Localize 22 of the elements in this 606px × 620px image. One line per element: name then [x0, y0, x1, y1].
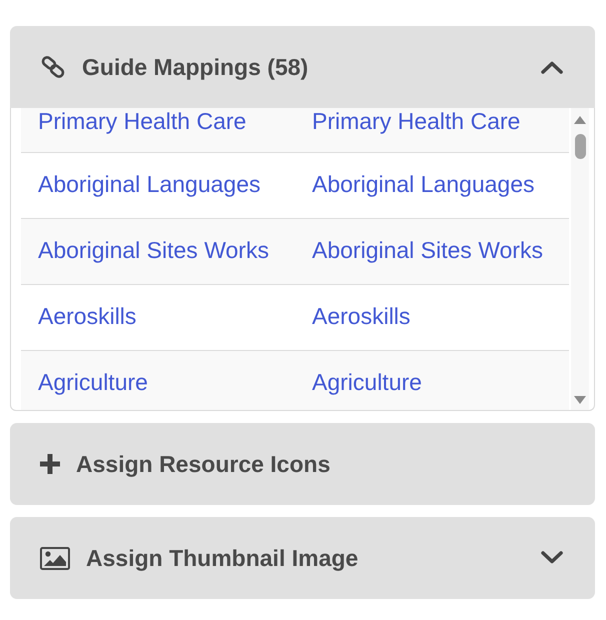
mapping-link[interactable]: Agriculture — [38, 369, 148, 396]
plus-icon — [40, 454, 60, 474]
link-icon — [40, 56, 66, 78]
scrollbar-thumb[interactable] — [574, 134, 586, 159]
scrollbar-track[interactable] — [571, 108, 589, 410]
scroll-down-arrow-icon — [574, 396, 586, 404]
mapping-link[interactable]: Aboriginal Languages — [38, 171, 261, 198]
mapping-link[interactable]: Agriculture — [312, 369, 422, 396]
mapping-link[interactable]: Primary Health Care — [312, 108, 520, 134]
mapping-link[interactable]: Aboriginal Languages — [312, 171, 535, 198]
chevron-up-icon — [541, 60, 563, 74]
assign-thumbnail-image-header[interactable]: Assign Thumbnail Image — [10, 517, 595, 599]
mapping-link[interactable]: Primary Health Care — [38, 108, 246, 134]
mapping-link[interactable]: Aboriginal Sites Works — [38, 237, 269, 264]
mapping-link[interactable]: Aboriginal Sites Works — [312, 237, 543, 264]
chevron-down-icon — [541, 551, 563, 565]
mapping-link[interactable]: Aeroskills — [312, 303, 410, 330]
image-icon — [40, 546, 70, 570]
guide-mappings-header[interactable]: Guide Mappings (58) — [10, 26, 595, 108]
assign-resource-icons-header[interactable]: Assign Resource Icons — [10, 423, 595, 505]
mapping-link[interactable]: Aeroskills — [38, 303, 136, 330]
scroll-up-arrow-icon — [574, 116, 586, 124]
